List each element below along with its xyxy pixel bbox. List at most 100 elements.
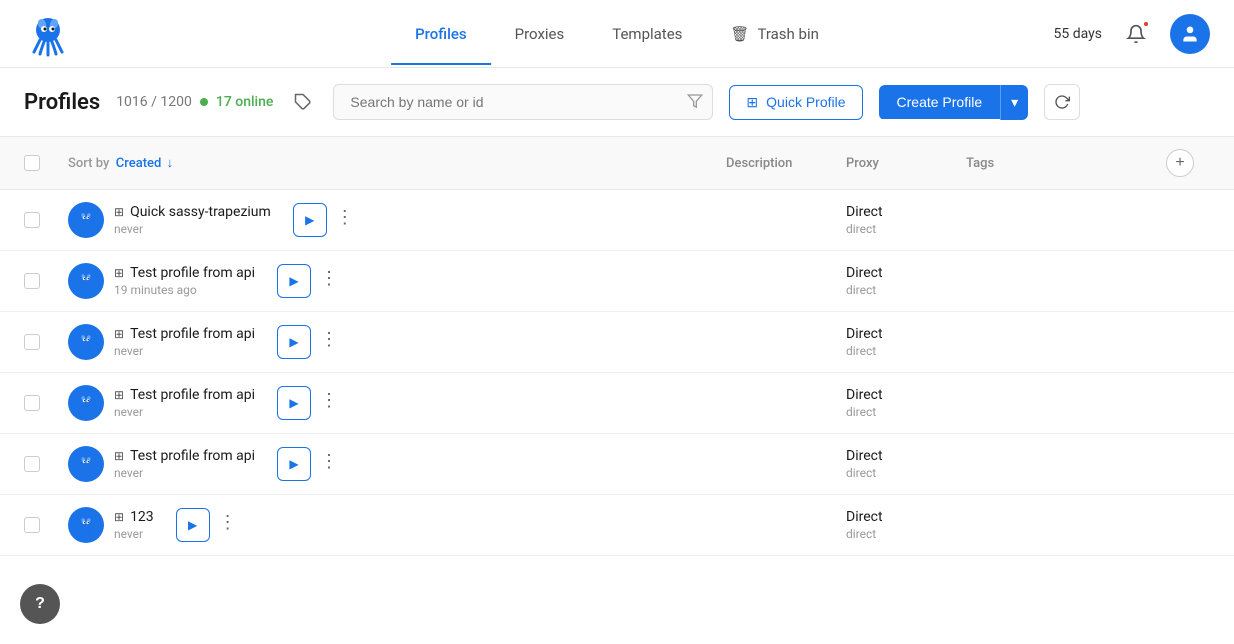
add-column-button[interactable]: +: [1166, 149, 1194, 177]
play-button-3[interactable]: ▶: [277, 386, 311, 420]
table-row: ⊞ Test profile from api never ▶ ⋮ Direct…: [0, 434, 1234, 495]
profile-cell-0: ⊞ Quick sassy-trapezium never ▶ ⋮: [68, 202, 726, 238]
profile-avatar-4: [68, 446, 104, 482]
play-button-4[interactable]: ▶: [277, 447, 311, 481]
profile-avatar-1: [68, 263, 104, 299]
profile-cell-1: ⊞ Test profile from api 19 minutes ago ▶…: [68, 263, 726, 299]
row-checkbox-2[interactable]: [24, 334, 40, 350]
search-input[interactable]: [333, 84, 713, 120]
proxy-cell-5: Direct direct: [846, 509, 966, 541]
profile-avatar-icon-1: [75, 270, 97, 292]
user-avatar-button[interactable]: [1170, 14, 1210, 54]
more-button-0[interactable]: ⋮: [331, 203, 359, 231]
table-header: Sort by Created ↓ Description Proxy Tags…: [0, 137, 1234, 190]
play-button-2[interactable]: ▶: [277, 325, 311, 359]
play-button-0[interactable]: ▶: [293, 203, 327, 237]
proxy-label-2: Direct: [846, 326, 966, 342]
nav-proxies[interactable]: Proxies: [491, 3, 589, 65]
proxy-label-5: Direct: [846, 509, 966, 525]
th-proxy: Proxy: [846, 156, 966, 171]
online-indicator: [200, 98, 208, 106]
profile-avatar-5: [68, 507, 104, 543]
row-checkbox-1[interactable]: [24, 273, 40, 289]
proxy-label-3: Direct: [846, 387, 966, 403]
create-profile-button[interactable]: Create Profile: [879, 85, 1001, 119]
row-checkbox-cell-4: [24, 456, 68, 472]
quick-profile-button[interactable]: ⊞ Quick Profile: [729, 85, 862, 120]
nav-templates[interactable]: Templates: [588, 3, 706, 65]
row-checkbox-cell-1: [24, 273, 68, 289]
chevron-down-icon: ▾: [1011, 94, 1018, 110]
table-body: ⊞ Quick sassy-trapezium never ▶ ⋮ Direct…: [0, 190, 1234, 556]
profile-info-1: ⊞ Test profile from api 19 minutes ago: [114, 265, 255, 297]
table-row: ⊞ Test profile from api 19 minutes ago ▶…: [0, 251, 1234, 312]
profile-info-3: ⊞ Test profile from api never: [114, 387, 255, 419]
proxy-sub-5: direct: [846, 527, 966, 541]
nav-profiles[interactable]: Profiles: [391, 3, 491, 65]
profile-info-5: ⊞ 123 never: [114, 509, 154, 541]
profile-actions-5: ▶ ⋮: [176, 508, 242, 542]
proxy-sub-4: direct: [846, 466, 966, 480]
profile-avatar-0: [68, 202, 104, 238]
bell-button[interactable]: [1118, 16, 1154, 52]
profile-name-1: ⊞ Test profile from api: [114, 265, 255, 281]
header-checkbox-cell: [24, 155, 68, 171]
profile-cell-5: ⊞ 123 never ▶ ⋮: [68, 507, 726, 543]
windows-icon-0: ⊞: [114, 205, 124, 219]
profile-info-4: ⊞ Test profile from api never: [114, 448, 255, 480]
profile-actions-4: ▶ ⋮: [277, 447, 343, 481]
more-button-3[interactable]: ⋮: [315, 386, 343, 414]
th-description: Description: [726, 156, 846, 171]
logo-icon: [24, 10, 72, 58]
create-profile-group: Create Profile ▾: [879, 85, 1029, 120]
row-checkbox-cell-5: [24, 517, 68, 533]
nav-trash[interactable]: 🗑 Trash bin: [706, 3, 842, 65]
logo-area: [24, 10, 72, 58]
profile-name-5: ⊞ 123: [114, 509, 154, 525]
search-area: [333, 84, 713, 120]
proxy-sub-1: direct: [846, 283, 966, 297]
proxy-cell-4: Direct direct: [846, 448, 966, 480]
profile-cell-2: ⊞ Test profile from api never ▶ ⋮: [68, 324, 726, 360]
select-all-checkbox[interactable]: [24, 155, 40, 171]
profile-actions-3: ▶ ⋮: [277, 386, 343, 420]
profile-actions-1: ▶ ⋮: [277, 264, 343, 298]
help-button[interactable]: ?: [20, 584, 60, 624]
table-row: ⊞ Test profile from api never ▶ ⋮ Direct…: [0, 373, 1234, 434]
profile-time-0: never: [114, 222, 271, 236]
profile-avatar-3: [68, 385, 104, 421]
row-checkbox-5[interactable]: [24, 517, 40, 533]
profile-avatar-icon-0: [75, 209, 97, 231]
refresh-icon: [1054, 94, 1070, 110]
profile-cell-4: ⊞ Test profile from api never ▶ ⋮: [68, 446, 726, 482]
proxy-cell-3: Direct direct: [846, 387, 966, 419]
row-checkbox-0[interactable]: [24, 212, 40, 228]
days-badge: 55 days: [1054, 26, 1102, 42]
more-button-2[interactable]: ⋮: [315, 325, 343, 353]
more-button-1[interactable]: ⋮: [315, 264, 343, 292]
proxy-label-4: Direct: [846, 448, 966, 464]
more-button-5[interactable]: ⋮: [214, 508, 242, 536]
th-tags: Tags: [966, 156, 1166, 171]
filter-icon: [687, 93, 703, 109]
create-profile-dropdown-button[interactable]: ▾: [1000, 85, 1028, 120]
bell-notification-dot: [1142, 20, 1150, 28]
play-button-1[interactable]: ▶: [277, 264, 311, 298]
table-row: ⊞ 123 never ▶ ⋮ Direct direct: [0, 495, 1234, 556]
more-button-4[interactable]: ⋮: [315, 447, 343, 475]
profile-avatar-icon-3: [75, 392, 97, 414]
proxy-sub-0: direct: [846, 222, 966, 236]
row-checkbox-4[interactable]: [24, 456, 40, 472]
profile-info-0: ⊞ Quick sassy-trapezium never: [114, 204, 271, 236]
windows-icon-2: ⊞: [114, 327, 124, 341]
tag-icon-button[interactable]: [289, 88, 317, 116]
profile-avatar-icon-2: [75, 331, 97, 353]
filter-button[interactable]: [687, 93, 703, 112]
refresh-button[interactable]: [1044, 84, 1080, 120]
nav-links: Profiles Proxies Templates 🗑 Trash bin: [391, 3, 843, 65]
profile-avatar-icon-5: [75, 514, 97, 536]
play-button-5[interactable]: ▶: [176, 508, 210, 542]
proxy-sub-3: direct: [846, 405, 966, 419]
table-row: ⊞ Test profile from api never ▶ ⋮ Direct…: [0, 312, 1234, 373]
row-checkbox-3[interactable]: [24, 395, 40, 411]
